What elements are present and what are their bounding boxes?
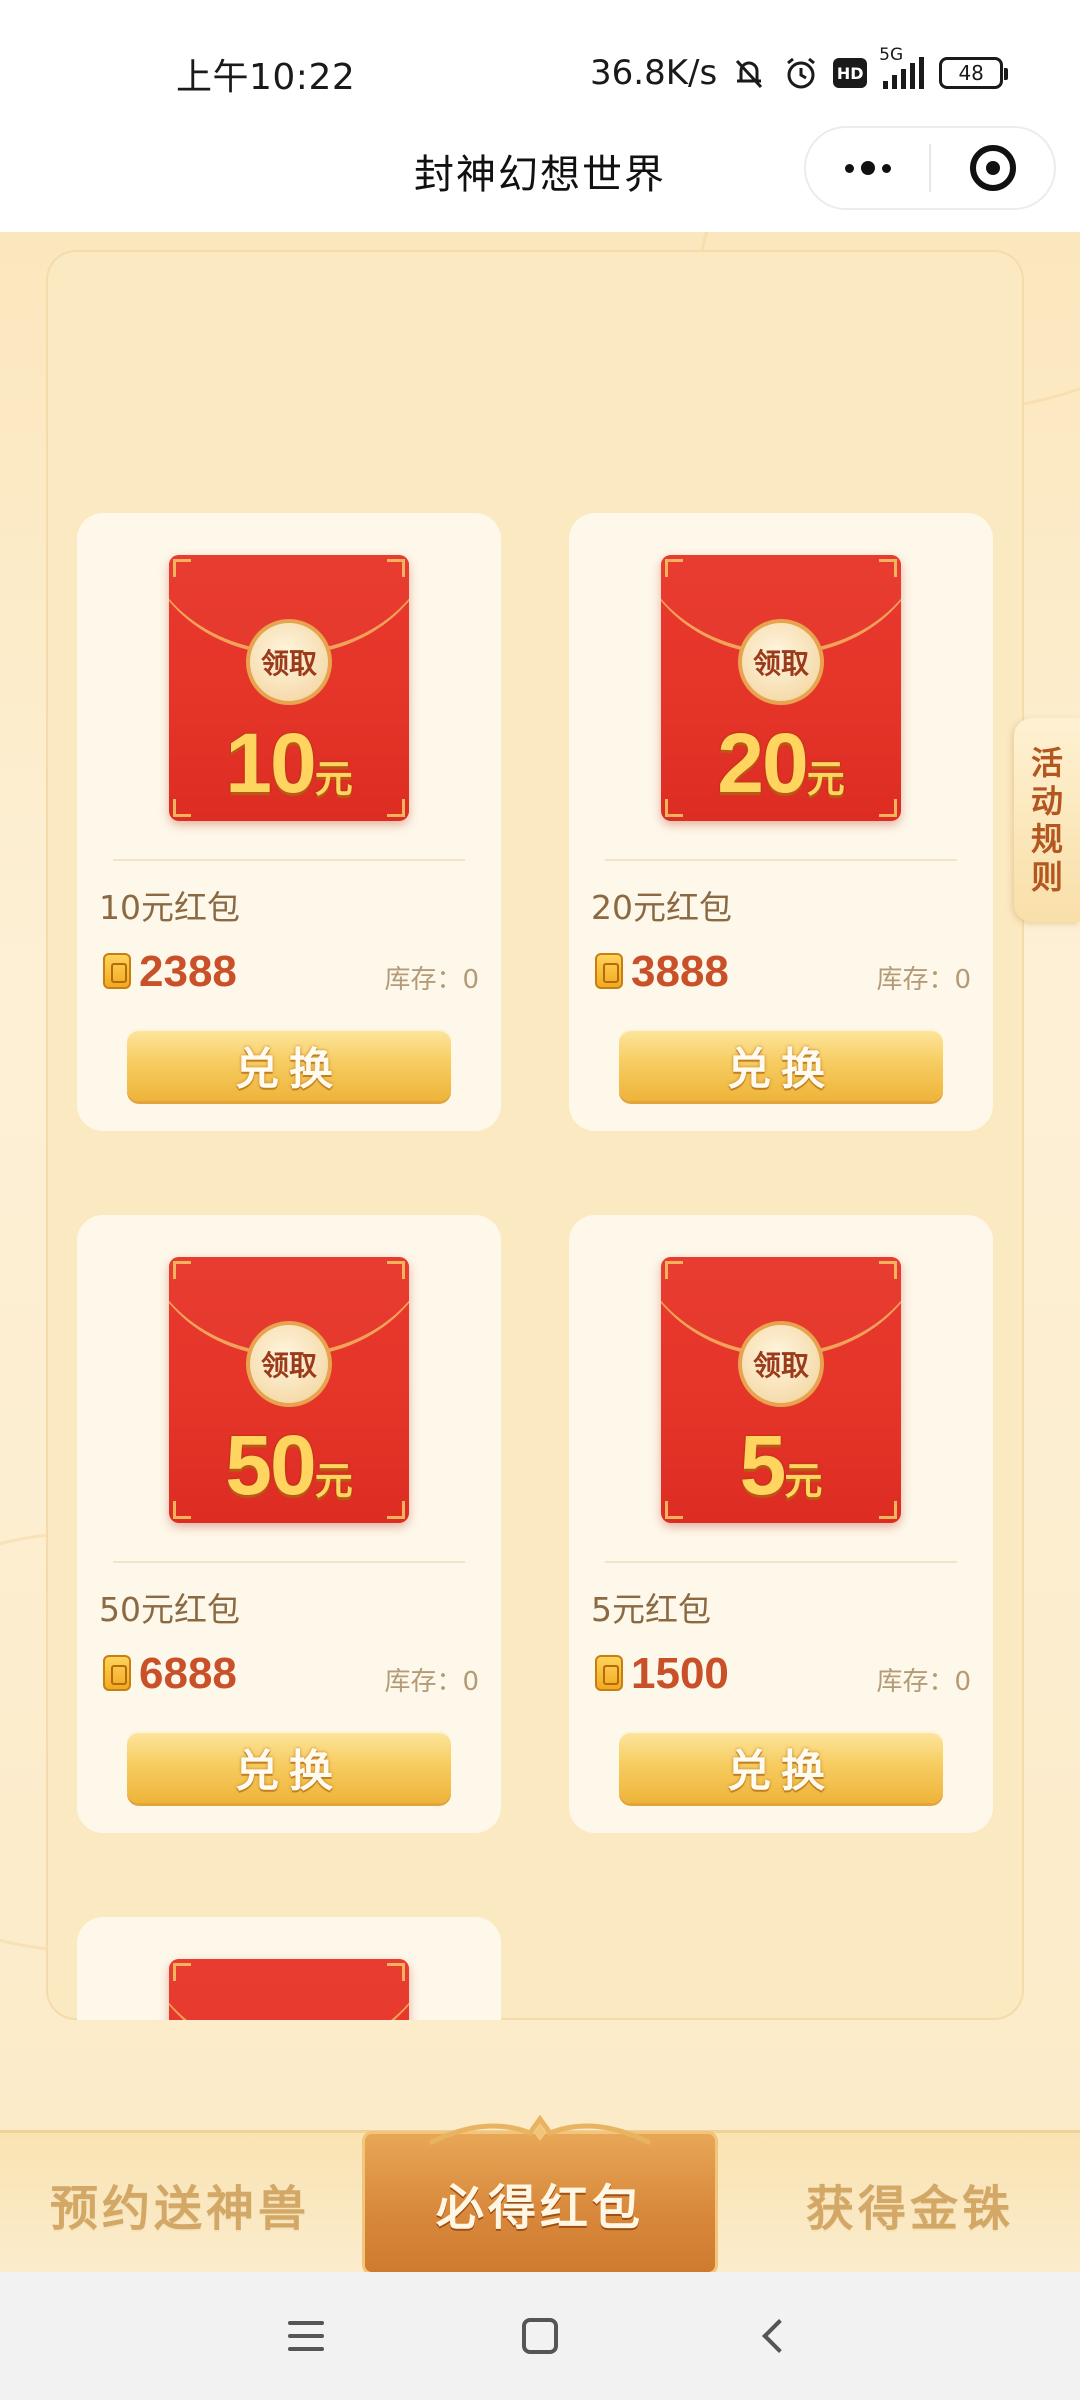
gold-coin-icon xyxy=(595,1655,623,1691)
card-divider xyxy=(605,1561,957,1563)
mini-program-capsule xyxy=(804,126,1056,210)
card-price: 2388 xyxy=(139,947,237,996)
tab-ornament-icon xyxy=(430,2115,650,2145)
more-button[interactable] xyxy=(806,128,929,208)
card-stock: 库存：0 xyxy=(876,1667,971,1697)
card-divider xyxy=(605,859,957,861)
close-button[interactable] xyxy=(931,128,1054,208)
exchange-button[interactable]: 兑换 xyxy=(619,1731,943,1803)
envelope-corner xyxy=(173,1963,191,1981)
envelope-flap xyxy=(169,1959,409,2020)
red-envelope-image: 领取 20元 xyxy=(661,555,901,821)
envelope-amount: 50元 xyxy=(169,1417,409,1514)
card-name: 20元红包 xyxy=(591,888,732,927)
mute-bell-icon xyxy=(729,53,769,93)
red-envelope-image: 领取 2元 xyxy=(169,1959,409,2020)
rules-char: 规 xyxy=(1030,820,1063,858)
envelope-corner xyxy=(387,1963,405,1981)
exchange-button[interactable]: 兑换 xyxy=(127,1731,451,1803)
card-stock: 库存：0 xyxy=(384,1667,479,1697)
red-packet-card: 领取 20元 20元红包 3888 库存：0 兑换 xyxy=(569,513,993,1131)
menu-icon xyxy=(288,2321,324,2351)
card-stock: 库存：0 xyxy=(876,965,971,995)
amount-number: 50 xyxy=(225,1418,316,1512)
envelope-seal: 领取 xyxy=(246,1321,332,1407)
gold-coin-icon xyxy=(103,1655,131,1691)
gold-coin-icon xyxy=(103,953,131,989)
gold-coin-icon xyxy=(595,953,623,989)
card-stock: 库存：0 xyxy=(384,965,479,995)
more-dots-icon xyxy=(844,161,891,175)
battery-indicator: 48 xyxy=(939,57,1009,89)
red-packet-card: 领取 50元 50元红包 6888 库存：0 兑换 xyxy=(77,1215,501,1833)
reward-panel: 领取 10元 10元红包 2388 库存：0 兑换 领取 20元 20元红包 3… xyxy=(46,250,1024,2020)
envelope-corner xyxy=(879,1261,897,1279)
title-bar: 封神幻想世界 xyxy=(0,120,1080,232)
network-type: 5G xyxy=(879,45,904,65)
envelope-corner xyxy=(387,1261,405,1279)
status-bar: 上午10:22 36.8K/s HD 5G 48 xyxy=(0,0,1080,120)
home-button[interactable] xyxy=(510,2306,570,2366)
envelope-seal: 领取 xyxy=(738,619,824,705)
card-name: 10元红包 xyxy=(99,888,240,927)
back-button[interactable] xyxy=(744,2306,804,2366)
envelope-seal: 领取 xyxy=(246,619,332,705)
card-name: 5元红包 xyxy=(591,1590,711,1629)
amount-unit: 元 xyxy=(314,1459,353,1503)
envelope-corner xyxy=(173,1261,191,1279)
back-icon xyxy=(762,2319,796,2353)
card-price: 1500 xyxy=(631,1649,729,1698)
alarm-clock-icon xyxy=(781,53,821,93)
main-content[interactable]: 领取 10元 10元红包 2388 库存：0 兑换 领取 20元 20元红包 3… xyxy=(0,232,1080,2135)
envelope-amount: 10元 xyxy=(169,715,409,812)
envelope-amount: 5元 xyxy=(661,1417,901,1514)
envelope-corner xyxy=(387,559,405,577)
card-divider xyxy=(113,859,465,861)
amount-number: 5 xyxy=(739,1418,787,1512)
bottom-tab-bar: 预约送神兽 必得红包 获得金铢 xyxy=(0,2115,1080,2275)
red-envelope-image: 领取 5元 xyxy=(661,1257,901,1523)
rules-char: 动 xyxy=(1030,782,1063,820)
system-navigation-bar xyxy=(0,2272,1080,2400)
home-icon xyxy=(522,2318,558,2354)
exchange-button[interactable]: 兑换 xyxy=(619,1029,943,1101)
tab-reserve-beast[interactable]: 预约送神兽 xyxy=(30,2133,330,2275)
activity-rules-tab[interactable]: 活 动 规 则 xyxy=(1014,718,1080,922)
envelope-seal: 领取 xyxy=(738,1321,824,1407)
red-packet-card: 领取 10元 10元红包 2388 库存：0 兑换 xyxy=(77,513,501,1131)
tab-gold-pearls[interactable]: 获得金铢 xyxy=(770,2133,1050,2275)
exchange-button[interactable]: 兑换 xyxy=(127,1029,451,1101)
red-envelope-image: 领取 10元 xyxy=(169,555,409,821)
envelope-corner xyxy=(173,559,191,577)
target-close-icon xyxy=(969,145,1016,191)
net-speed: 36.8K/s xyxy=(590,53,718,93)
status-icons: 36.8K/s HD 5G 48 xyxy=(590,45,1009,100)
card-price: 3888 xyxy=(631,947,729,996)
card-name: 50元红包 xyxy=(99,1590,240,1629)
red-packet-card: 领取 2元 xyxy=(77,1917,501,2020)
card-price: 6888 xyxy=(139,1649,237,1698)
tab-red-packet[interactable]: 必得红包 xyxy=(362,2131,718,2275)
menu-button[interactable] xyxy=(276,2306,336,2366)
signal-bars-icon: 5G xyxy=(879,45,927,93)
rules-char: 则 xyxy=(1030,858,1063,896)
red-packet-card: 领取 5元 5元红包 1500 库存：0 兑换 xyxy=(569,1215,993,1833)
amount-unit: 元 xyxy=(314,757,353,801)
envelope-corner xyxy=(665,1261,683,1279)
rules-char: 活 xyxy=(1030,744,1063,782)
red-envelope-image: 领取 50元 xyxy=(169,1257,409,1523)
envelope-corner xyxy=(879,559,897,577)
amount-number: 10 xyxy=(225,716,316,810)
amount-number: 20 xyxy=(717,716,808,810)
hd-badge: HD xyxy=(833,58,868,88)
amount-unit: 元 xyxy=(806,757,845,801)
amount-unit: 元 xyxy=(784,1459,823,1503)
envelope-corner xyxy=(665,559,683,577)
envelope-amount: 20元 xyxy=(661,715,901,812)
card-divider xyxy=(113,1561,465,1563)
status-time: 上午10:22 xyxy=(176,57,356,98)
